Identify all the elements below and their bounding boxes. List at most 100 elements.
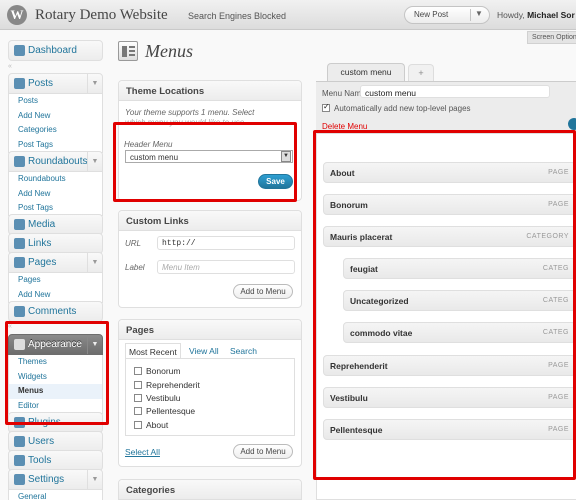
- sidebar-item-posts[interactable]: Posts ▼: [8, 73, 103, 94]
- box-title[interactable]: Pages: [119, 320, 301, 340]
- sidebar-item-links[interactable]: Links: [8, 233, 103, 254]
- page-checkbox[interactable]: [134, 407, 142, 415]
- sidebar-subitem-general[interactable]: General: [9, 490, 102, 500]
- menu-item-child[interactable]: commodo vitae CATEG: [343, 322, 576, 343]
- sidebar-subitem-pages[interactable]: Pages: [9, 273, 102, 288]
- menu-item-type: PAGE: [548, 169, 569, 176]
- page-checkbox[interactable]: [134, 421, 142, 429]
- tab-most-recent[interactable]: Most Recent: [125, 343, 181, 359]
- header-menu-selected: custom menu: [130, 153, 179, 162]
- menu-item[interactable]: Bonorum PAGE: [323, 194, 576, 215]
- page-option-label: Bonorum: [146, 366, 181, 376]
- menu-item[interactable]: Pellentesque PAGE: [323, 419, 576, 440]
- sidebar-subitem-widgets[interactable]: Widgets: [9, 370, 102, 385]
- chevron-down-icon[interactable]: ▼: [87, 470, 102, 489]
- new-post-button[interactable]: New Post ▼: [404, 6, 490, 24]
- tab-custom-menu[interactable]: custom menu: [327, 63, 405, 82]
- menu-item-child[interactable]: feugiat CATEG: [343, 258, 576, 279]
- sidebar-item-users[interactable]: Users: [8, 431, 103, 452]
- chevron-down-icon: ▼: [281, 151, 291, 162]
- page-option-label: Pellentesque: [146, 406, 196, 416]
- sidebar-subitem-add-new[interactable]: Add New: [9, 288, 102, 303]
- sidebar-item-comments[interactable]: Comments: [8, 301, 103, 322]
- save-menu-button[interactable]: [568, 118, 576, 130]
- sidebar-subitem-post-tags[interactable]: Post Tags: [9, 138, 102, 153]
- url-input[interactable]: http://: [157, 236, 295, 250]
- label-input[interactable]: Menu Item: [157, 260, 295, 274]
- sidebar-subitem-categories[interactable]: Categories: [9, 123, 102, 138]
- chevron-down-icon[interactable]: ▼: [87, 74, 102, 93]
- chevron-down-icon[interactable]: ▼: [87, 335, 102, 354]
- menu-item-list: [316, 133, 576, 500]
- sidebar-subitem-editor[interactable]: Editor: [9, 399, 102, 414]
- save-button[interactable]: Save: [258, 174, 293, 189]
- page-checkbox[interactable]: [134, 367, 142, 375]
- sidebar-item-pages[interactable]: Pages ▼: [8, 252, 103, 273]
- menu-item-child[interactable]: Uncategorized CATEG: [343, 290, 576, 311]
- header-menu-select[interactable]: custom menu ▼: [125, 150, 293, 163]
- menu-item[interactable]: About PAGE: [323, 162, 576, 183]
- howdy-greeting: Howdy, Michael Sor: [497, 10, 575, 20]
- menu-item-title: About: [330, 168, 355, 178]
- sidebar-item-label: Users: [28, 436, 55, 447]
- sidebar-subitem-menus[interactable]: Menus: [9, 384, 102, 399]
- sidebar-item-label: Dashboard: [28, 45, 77, 56]
- page-checkbox[interactable]: [134, 394, 142, 402]
- menu-item-type: CATEGORY: [526, 233, 569, 240]
- chevron-down-icon[interactable]: ▼: [87, 253, 102, 272]
- sidebar-item-appearance[interactable]: Appearance ▼: [8, 334, 103, 355]
- menu-separator[interactable]: «: [8, 63, 12, 70]
- page-option-label: Reprehenderit: [146, 380, 200, 390]
- new-post-label: New Post: [414, 10, 449, 19]
- sidebar-item-label: Tools: [28, 455, 52, 466]
- menu-name-input[interactable]: custom menu: [360, 85, 550, 98]
- roundabouts-submenu: Roundabouts Add New Post Tags: [8, 172, 103, 216]
- sidebar-item-roundabouts[interactable]: Roundabouts ▼: [8, 151, 103, 172]
- tab-view-all[interactable]: View All: [189, 346, 219, 356]
- sidebar-subitem-add-new[interactable]: Add New: [9, 187, 102, 202]
- sidebar-subitem-add-new[interactable]: Add New: [9, 109, 102, 124]
- sidebar-subitem-roundabouts[interactable]: Roundabouts: [9, 172, 102, 187]
- sidebar-item-label: Media: [28, 219, 56, 230]
- page-checkbox[interactable]: [134, 381, 142, 389]
- site-title[interactable]: Rotary Demo Website: [35, 7, 168, 24]
- page-option-label: About: [146, 420, 169, 430]
- sidebar-subitem-themes[interactable]: Themes: [9, 355, 102, 370]
- menu-separator[interactable]: «: [8, 323, 12, 330]
- chevron-down-icon[interactable]: ▼: [87, 152, 102, 171]
- delete-menu-link[interactable]: Delete Menu: [322, 122, 367, 131]
- sidebar-item-label: Posts: [28, 78, 54, 89]
- sidebar-item-plugins[interactable]: Plugins: [8, 412, 103, 433]
- menu-item[interactable]: Mauris placerat CATEGORY: [323, 226, 576, 247]
- sidebar-item-settings[interactable]: Settings ▼: [8, 469, 103, 490]
- select-all-link[interactable]: Select All: [125, 447, 160, 457]
- sidebar-item-tools[interactable]: Tools: [8, 450, 103, 471]
- pages-submenu: Pages Add New: [8, 273, 103, 303]
- sidebar-item-label: Comments: [28, 306, 77, 317]
- box-title[interactable]: Theme Locations: [119, 81, 301, 101]
- user-name-link[interactable]: Michael Sor: [527, 10, 575, 20]
- screen-options-tab[interactable]: Screen Options: [527, 31, 576, 44]
- add-pages-button[interactable]: Add to Menu: [233, 444, 293, 459]
- sidebar-item-media[interactable]: Media: [8, 214, 103, 235]
- menus-page-icon: [118, 41, 138, 61]
- menu-item[interactable]: Reprehenderit PAGE: [323, 355, 576, 376]
- menu-item-title: Pellentesque: [330, 425, 383, 435]
- add-menu-tab[interactable]: +: [408, 64, 434, 82]
- box-title[interactable]: Categories: [119, 480, 301, 500]
- box-title[interactable]: Custom Links: [119, 211, 301, 231]
- sidebar-subitem-posts[interactable]: Posts: [9, 94, 102, 109]
- add-custom-link-button[interactable]: Add to Menu: [233, 284, 293, 299]
- menu-item[interactable]: Vestibulu PAGE: [323, 387, 576, 408]
- tools-icon: [14, 455, 25, 466]
- sidebar-item-label: Links: [28, 238, 52, 249]
- menu-item-title: Reprehenderit: [330, 361, 388, 371]
- roundabouts-icon: [14, 156, 25, 167]
- sidebar-item-dashboard[interactable]: Dashboard: [8, 40, 103, 61]
- chevron-down-icon[interactable]: ▼: [475, 9, 483, 18]
- menu-item-type: PAGE: [548, 394, 569, 401]
- auto-add-checkbox[interactable]: [322, 102, 330, 112]
- tab-search[interactable]: Search: [230, 346, 257, 356]
- theme-locations-note: Your theme supports 1 menu. Select: [125, 108, 255, 117]
- wordpress-logo-icon[interactable]: W: [7, 5, 27, 25]
